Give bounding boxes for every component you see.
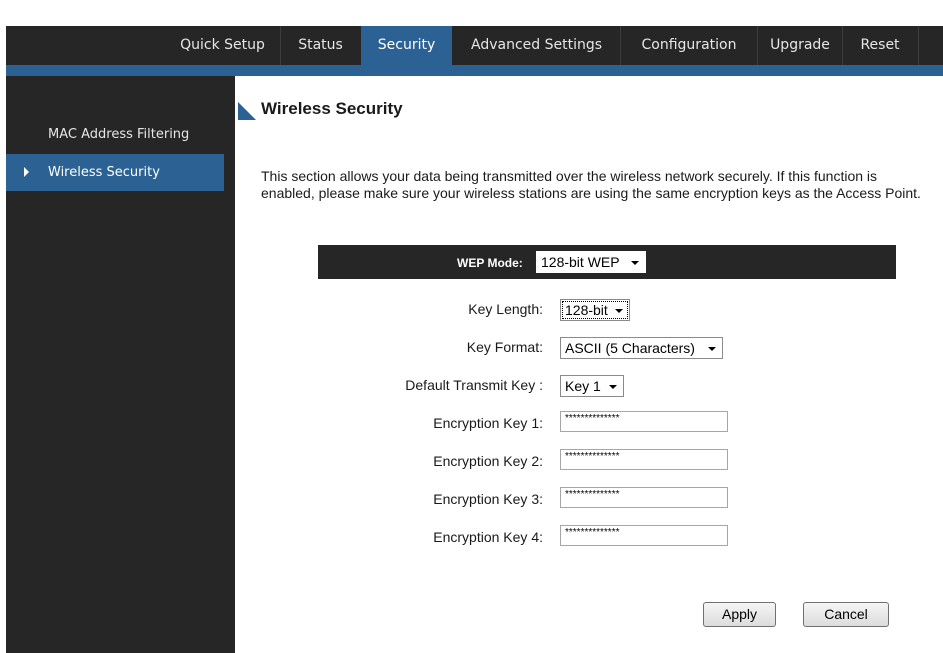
encryption-key-1-label: Encryption Key 1:	[433, 415, 543, 431]
dropdown-caret-icon	[708, 347, 716, 351]
nav-tab-upgrade[interactable]: Upgrade	[758, 26, 842, 65]
nav-tab-status[interactable]: Status	[281, 26, 360, 65]
default-transmit-key-label: Default Transmit Key :	[405, 377, 543, 393]
cancel-button[interactable]: Cancel	[803, 602, 889, 627]
key-format-value: ASCII (5 Characters)	[565, 340, 695, 356]
page-title: Wireless Security	[261, 99, 403, 118]
chevron-down-icon	[403, 11, 413, 17]
sidebar: MAC Address Filtering Wireless Security	[6, 76, 235, 653]
apply-button[interactable]: Apply	[703, 602, 776, 627]
encryption-key-3-label: Encryption Key 3:	[433, 491, 543, 507]
dropdown-caret-icon	[615, 309, 623, 313]
wep-mode-select[interactable]: 128-bit WEP	[536, 251, 646, 273]
encryption-key-3-field[interactable]: **************	[560, 487, 728, 508]
nav-tab-reset[interactable]: Reset	[843, 26, 917, 65]
sidebar-item-wireless-security[interactable]: Wireless Security	[6, 154, 224, 191]
nav-tab-advanced-settings[interactable]: Advanced Settings	[453, 26, 620, 65]
sidebar-item-label: MAC Address Filtering	[48, 127, 190, 142]
chevron-right-icon	[24, 167, 29, 177]
key-length-label: Key Length:	[468, 301, 543, 317]
nav-divider	[918, 26, 919, 65]
wep-mode-label: WEP Mode:	[457, 256, 523, 270]
nav-tab-quick-setup[interactable]: Quick Setup	[166, 26, 279, 65]
sidebar-item-label: Wireless Security	[48, 165, 160, 180]
key-format-select[interactable]: ASCII (5 Characters)	[560, 337, 723, 359]
wep-mode-value: 128-bit WEP	[541, 254, 620, 270]
key-length-value: 128-bit	[565, 302, 608, 318]
encryption-key-2-label: Encryption Key 2:	[433, 453, 543, 469]
default-transmit-key-select[interactable]: Key 1	[560, 375, 624, 397]
dropdown-caret-icon	[631, 261, 639, 265]
sidebar-item-mac-address-filtering[interactable]: MAC Address Filtering	[6, 116, 224, 153]
page-description: This section allows your data being tran…	[261, 168, 921, 201]
dropdown-caret-icon	[609, 385, 617, 389]
key-format-label: Key Format:	[466, 339, 543, 355]
encryption-key-1-field[interactable]: **************	[560, 411, 728, 432]
title-triangle-icon	[238, 102, 256, 120]
default-transmit-key-value: Key 1	[565, 378, 601, 394]
nav-tab-security[interactable]: Security	[361, 26, 452, 65]
nav-accent-line	[6, 65, 943, 76]
encryption-key-4-label: Encryption Key 4:	[433, 529, 543, 545]
nav-tab-configuration[interactable]: Configuration	[621, 26, 757, 65]
encryption-key-2-field[interactable]: **************	[560, 449, 728, 470]
top-navigation: Quick Setup Status Security Advanced Set…	[0, 0, 943, 76]
key-length-select[interactable]: 128-bit	[560, 299, 630, 321]
encryption-key-4-field[interactable]: **************	[560, 525, 728, 546]
